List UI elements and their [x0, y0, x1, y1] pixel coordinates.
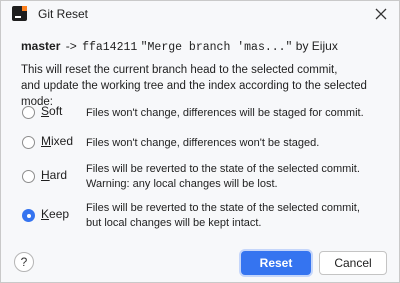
cancel-button[interactable]: Cancel: [319, 251, 387, 275]
help-button[interactable]: ?: [14, 252, 34, 272]
commit-author: by Eijux: [295, 39, 338, 53]
mixed-description: Files won't change, differences won't be…: [86, 137, 320, 149]
soft-description: Files won't change, differences will be …: [86, 107, 364, 119]
git-reset-dialog: Git Reset master -> ffa14211 "Merge bran…: [0, 0, 400, 283]
radio-keep-label[interactable]: Keep: [41, 207, 69, 221]
title-bar: Git Reset: [1, 1, 399, 29]
commit-message: "Merge branch 'mas...": [140, 41, 293, 54]
commit-summary: master -> ffa14211 "Merge branch 'mas...…: [21, 39, 338, 54]
commit-hash: ffa14211: [82, 41, 138, 54]
radio-mixed-label[interactable]: Mixed: [41, 134, 73, 148]
radio-button[interactable]: [22, 170, 35, 183]
radio-hard-label[interactable]: Hard: [41, 168, 67, 182]
arrow-text: ->: [65, 39, 77, 53]
close-icon[interactable]: [371, 4, 391, 24]
radio-button[interactable]: [22, 106, 35, 119]
reset-button[interactable]: Reset: [241, 251, 311, 275]
keep-description: Files will be reverted to the state of t…: [86, 202, 360, 229]
radio-button[interactable]: [22, 136, 35, 149]
intellij-app-icon: [12, 6, 27, 21]
branch-name: master: [21, 39, 61, 53]
radio-button-checked[interactable]: [22, 209, 35, 222]
hard-description: Files will be reverted to the state of t…: [86, 163, 360, 190]
description: This will reset the current branch head …: [21, 62, 391, 110]
dialog-title: Git Reset: [38, 7, 89, 21]
description-line-1: This will reset the current branch head …: [21, 64, 338, 76]
radio-soft-label[interactable]: Soft: [41, 104, 62, 118]
